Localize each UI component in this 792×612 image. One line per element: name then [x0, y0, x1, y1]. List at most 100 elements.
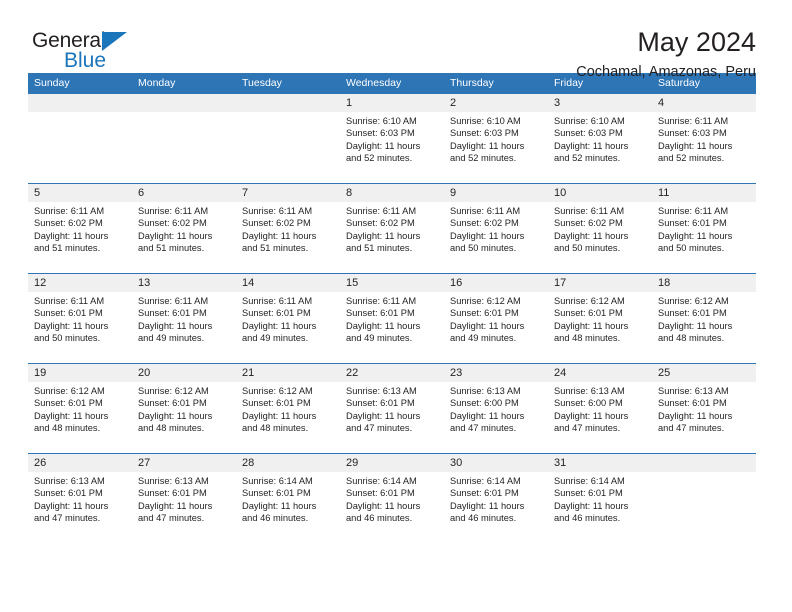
day-cell-12[interactable]: Sunrise: 6:11 AM Sunset: 6:01 PM Daylight:… — [28, 292, 132, 363]
sunset-text: Sunset: 6:02 PM — [242, 218, 311, 229]
day-cell-28[interactable]: Sunrise: 6:14 AM Sunset: 6:01 PM Daylight:… — [236, 472, 340, 543]
day-number-12[interactable]: 12 — [28, 274, 132, 292]
day-number-1[interactable]: 1 — [340, 94, 444, 112]
day-cell-30[interactable]: Sunrise: 6:14 AM Sunset: 6:01 PM Daylight:… — [444, 472, 548, 543]
day-number-14[interactable]: 14 — [236, 274, 340, 292]
sunset-text: Sunset: 6:01 PM — [554, 488, 623, 499]
sunset-text: Sunset: 6:01 PM — [34, 308, 103, 319]
day-cell-31[interactable]: Sunrise: 6:14 AM Sunset: 6:01 PM Daylight:… — [548, 472, 652, 543]
logo-text-blue: Blue — [64, 49, 107, 72]
sunrise-text: Sunrise: 6:14 AM — [346, 476, 417, 486]
day-cell-13[interactable]: Sunrise: 6:11 AM Sunset: 6:01 PM Daylight:… — [132, 292, 236, 363]
daylight-1-text: Daylight: 11 hours — [658, 140, 733, 151]
day-cell-20[interactable]: Sunrise: 6:12 AM Sunset: 6:01 PM Daylight:… — [132, 382, 236, 453]
day-number-5[interactable]: 5 — [28, 184, 132, 202]
daylight-1-text: Daylight: 11 hours — [346, 320, 421, 331]
sunset-text: Sunset: 6:01 PM — [138, 308, 207, 319]
day-number-29[interactable]: 29 — [340, 454, 444, 472]
sunrise-text: Sunrise: 6:12 AM — [658, 296, 729, 306]
sunrise-text: Sunrise: 6:11 AM — [346, 296, 417, 306]
day-number-27[interactable]: 27 — [132, 454, 236, 472]
general-blue-logo: General Blue — [32, 30, 152, 78]
day-cell-11[interactable]: Sunrise: 6:11 AM Sunset: 6:01 PM Daylight:… — [652, 202, 756, 273]
day-cell-24[interactable]: Sunrise: 6:13 AM Sunset: 6:00 PM Daylight:… — [548, 382, 652, 453]
daylight-1-text: Daylight: 11 hours — [346, 410, 421, 421]
sunrise-text: Sunrise: 6:11 AM — [34, 296, 105, 306]
day-cell-17[interactable]: Sunrise: 6:12 AM Sunset: 6:01 PM Daylight:… — [548, 292, 652, 363]
day-number-19[interactable]: 19 — [28, 364, 132, 382]
day-cell-25[interactable]: Sunrise: 6:13 AM Sunset: 6:01 PM Daylight:… — [652, 382, 756, 453]
day-number-10[interactable]: 10 — [548, 184, 652, 202]
daylight-2-text: and 52 minutes. — [554, 152, 621, 163]
day-cell-9[interactable]: Sunrise: 6:11 AM Sunset: 6:02 PM Daylight:… — [444, 202, 548, 273]
day-number-2[interactable]: 2 — [444, 94, 548, 112]
day-cell-16[interactable]: Sunrise: 6:12 AM Sunset: 6:01 PM Daylight:… — [444, 292, 548, 363]
calendar-week-row: 19 20 21 22 23 24 25 Sunrise: 6:12 AM Sunset: 6:… — [28, 363, 756, 453]
day-cell-10[interactable]: Sunrise: 6:11 AM Sunset: 6:02 PM Daylight:… — [548, 202, 652, 273]
day-cell-14[interactable]: Sunrise: 6:11 AM Sunset: 6:01 PM Daylight:… — [236, 292, 340, 363]
day-cell-7[interactable]: Sunrise: 6:11 AM Sunset: 6:02 PM Daylight:… — [236, 202, 340, 273]
day-cell-6[interactable]: Sunrise: 6:11 AM Sunset: 6:02 PM Daylight:… — [132, 202, 236, 273]
day-cell-23[interactable]: Sunrise: 6:13 AM Sunset: 6:00 PM Daylight:… — [444, 382, 548, 453]
weekday-header-tuesday: Tuesday — [242, 77, 282, 89]
day-number-23[interactable]: 23 — [444, 364, 548, 382]
day-number-13[interactable]: 13 — [132, 274, 236, 292]
daylight-2-text: and 50 minutes. — [34, 332, 101, 343]
day-number-25[interactable]: 25 — [652, 364, 756, 382]
day-cell-2[interactable]: Sunrise: 6:10 AM Sunset: 6:03 PM Daylight:… — [444, 112, 548, 183]
sunrise-text: Sunrise: 6:13 AM — [138, 476, 209, 486]
calendar-weeks: 1 2 3 4 Sunrise: 6:10 AM Sunset: 6:03 PM Dayli… — [28, 94, 756, 543]
day-cell-26[interactable]: Sunrise: 6:13 AM Sunset: 6:01 PM Daylight:… — [28, 472, 132, 543]
day-cell-5[interactable]: Sunrise: 6:11 AM Sunset: 6:02 PM Daylight:… — [28, 202, 132, 273]
day-cell-27[interactable]: Sunrise: 6:13 AM Sunset: 6:01 PM Daylight:… — [132, 472, 236, 543]
week-detail-band: Sunrise: 6:11 AM Sunset: 6:02 PM Daylight:… — [28, 202, 756, 273]
day-cell-1[interactable]: Sunrise: 6:10 AM Sunset: 6:03 PM Daylight:… — [340, 112, 444, 183]
day-number-20[interactable]: 20 — [132, 364, 236, 382]
day-number-4[interactable]: 4 — [652, 94, 756, 112]
day-number-11[interactable]: 11 — [652, 184, 756, 202]
day-number-22[interactable]: 22 — [340, 364, 444, 382]
day-number-16[interactable]: 16 — [444, 274, 548, 292]
day-cell-19[interactable]: Sunrise: 6:12 AM Sunset: 6:01 PM Daylight:… — [28, 382, 132, 453]
week-date-band: 26 27 28 29 30 31 — [28, 454, 756, 472]
daylight-2-text: and 49 minutes. — [450, 332, 517, 343]
daylight-1-text: Daylight: 11 hours — [346, 500, 421, 511]
day-number-18[interactable]: 18 — [652, 274, 756, 292]
day-cell-8[interactable]: Sunrise: 6:11 AM Sunset: 6:02 PM Daylight:… — [340, 202, 444, 273]
daylight-2-text: and 48 minutes. — [554, 332, 621, 343]
day-number-28[interactable]: 28 — [236, 454, 340, 472]
sunrise-text: Sunrise: 6:14 AM — [450, 476, 521, 486]
day-number-21[interactable]: 21 — [236, 364, 340, 382]
daylight-2-text: and 50 minutes. — [554, 242, 621, 253]
day-number-17[interactable]: 17 — [548, 274, 652, 292]
day-cell-22[interactable]: Sunrise: 6:13 AM Sunset: 6:01 PM Daylight:… — [340, 382, 444, 453]
daylight-2-text: and 51 minutes. — [34, 242, 101, 253]
day-number-24[interactable]: 24 — [548, 364, 652, 382]
daylight-2-text: and 48 minutes. — [658, 332, 725, 343]
day-cell-18[interactable]: Sunrise: 6:12 AM Sunset: 6:01 PM Daylight:… — [652, 292, 756, 363]
day-number-7[interactable]: 7 — [236, 184, 340, 202]
daylight-2-text: and 47 minutes. — [450, 422, 517, 433]
day-cell-15[interactable]: Sunrise: 6:11 AM Sunset: 6:01 PM Daylight:… — [340, 292, 444, 363]
day-cell-3[interactable]: Sunrise: 6:10 AM Sunset: 6:03 PM Daylight:… — [548, 112, 652, 183]
day-cell-21[interactable]: Sunrise: 6:12 AM Sunset: 6:01 PM Daylight:… — [236, 382, 340, 453]
day-number-15[interactable]: 15 — [340, 274, 444, 292]
daylight-1-text: Daylight: 11 hours — [658, 320, 733, 331]
day-number-9[interactable]: 9 — [444, 184, 548, 202]
day-cell-4[interactable]: Sunrise: 6:11 AM Sunset: 6:03 PM Daylight:… — [652, 112, 756, 183]
day-number-30[interactable]: 30 — [444, 454, 548, 472]
daylight-2-text: and 51 minutes. — [346, 242, 413, 253]
day-cell-29[interactable]: Sunrise: 6:14 AM Sunset: 6:01 PM Daylight:… — [340, 472, 444, 543]
week-date-band: 5 6 7 8 9 10 11 — [28, 184, 756, 202]
day-number-31[interactable]: 31 — [548, 454, 652, 472]
daylight-2-text: and 49 minutes. — [242, 332, 309, 343]
day-number-empty — [652, 454, 756, 472]
day-number-3[interactable]: 3 — [548, 94, 652, 112]
day-number-26[interactable]: 26 — [28, 454, 132, 472]
day-number-8[interactable]: 8 — [340, 184, 444, 202]
title-block: May 2024 Cochamal, Amazonas, Peru — [576, 26, 756, 82]
sunset-text: Sunset: 6:00 PM — [450, 398, 519, 409]
day-number-6[interactable]: 6 — [132, 184, 236, 202]
daylight-1-text: Daylight: 11 hours — [554, 320, 629, 331]
sunrise-text: Sunrise: 6:11 AM — [242, 206, 313, 216]
